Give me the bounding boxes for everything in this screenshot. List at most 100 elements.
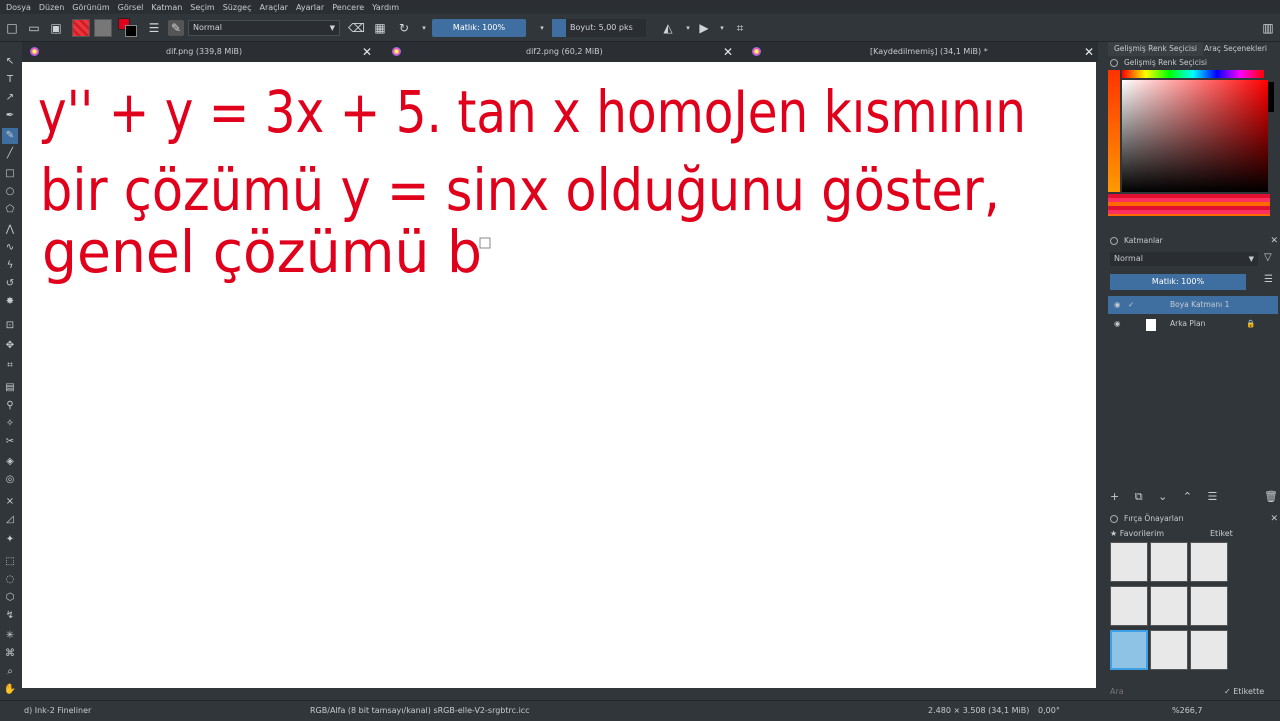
menu-gorunum[interactable]: Görünüm bbox=[72, 3, 109, 12]
ellipse-tool-icon[interactable]: ○ bbox=[2, 184, 18, 200]
new-file-icon[interactable]: □ bbox=[4, 20, 20, 36]
brush-preset-selected[interactable] bbox=[1110, 630, 1148, 670]
close-icon[interactable]: ✕ bbox=[1084, 42, 1094, 62]
menu-yardim[interactable]: Yardım bbox=[372, 3, 399, 12]
saturation-value-square[interactable] bbox=[1122, 80, 1268, 192]
brush-preset[interactable] bbox=[1110, 542, 1148, 582]
chevron-down-icon[interactable]: ▾ bbox=[416, 20, 432, 36]
crop-tool-icon[interactable]: ⌗ bbox=[2, 358, 18, 374]
horizontal-scrollbar[interactable] bbox=[22, 688, 1096, 700]
tag-button[interactable]: Etiket bbox=[1210, 528, 1233, 540]
colorize-mask-icon[interactable]: ✂ bbox=[2, 434, 18, 450]
chevron-down-icon[interactable]: ▾ bbox=[534, 20, 550, 36]
freehand-select-icon[interactable]: ↯ bbox=[2, 608, 18, 624]
advanced-color-selector[interactable] bbox=[1108, 70, 1274, 220]
brush-preset[interactable] bbox=[1190, 630, 1228, 670]
filter-icon[interactable]: ▽ bbox=[1264, 252, 1272, 263]
multibrush-icon[interactable]: ✸ bbox=[2, 294, 18, 310]
brush-search-input[interactable]: Ara bbox=[1110, 686, 1210, 698]
menu-ayarlar[interactable]: Ayarlar bbox=[296, 3, 324, 12]
menu-suzgec[interactable]: Süzgeç bbox=[223, 3, 252, 12]
gradient-tool-icon[interactable]: ▤ bbox=[2, 380, 18, 396]
gradient-swatch[interactable] bbox=[72, 19, 90, 37]
background-color[interactable] bbox=[125, 25, 137, 37]
ruler-tool-icon[interactable]: ◿ bbox=[2, 512, 18, 528]
layer-row[interactable]: ◉ ✓ Boya Katmanı 1 bbox=[1108, 296, 1278, 314]
move-up-icon[interactable]: ⌃ bbox=[1183, 490, 1198, 503]
hue-strip[interactable] bbox=[1122, 70, 1264, 78]
menu-secim[interactable]: Seçim bbox=[190, 3, 214, 12]
fill-tool-icon[interactable]: ◈ bbox=[2, 454, 18, 470]
eraser-icon[interactable]: ⌫ bbox=[348, 20, 365, 36]
move-down-icon[interactable]: ⌄ bbox=[1158, 490, 1173, 503]
menu-dosya[interactable]: Dosya bbox=[6, 3, 31, 12]
value-slider[interactable] bbox=[1268, 82, 1274, 112]
duplicate-layer-icon[interactable]: ⧉ bbox=[1135, 490, 1149, 503]
ellipse-select-icon[interactable]: ◌ bbox=[2, 572, 18, 588]
check-icon[interactable]: ✓ bbox=[1128, 296, 1134, 314]
close-icon[interactable]: ✕ bbox=[362, 42, 372, 62]
smart-patch-icon[interactable]: ✧ bbox=[2, 416, 18, 432]
select-shape-icon[interactable]: ↖ bbox=[2, 54, 18, 70]
eye-icon[interactable]: ◉ bbox=[1114, 315, 1121, 333]
filter-by-tag-checkbox[interactable]: ✓ Etikette süz bbox=[1224, 686, 1280, 708]
menu-gorsel[interactable]: Görsel bbox=[118, 3, 144, 12]
crop-icon[interactable]: ⌗ bbox=[732, 20, 748, 36]
brush-preset[interactable] bbox=[1150, 586, 1188, 626]
polyline-tool-icon[interactable]: ⋀ bbox=[2, 222, 18, 238]
brush-size-slider[interactable]: Boyut: 5,00 pks bbox=[552, 19, 646, 37]
save-icon[interactable]: ▣ bbox=[48, 20, 64, 36]
layer-opacity-slider[interactable]: Matlık: 100% bbox=[1110, 274, 1246, 290]
tab-tool-options[interactable]: Araç Seçenekleri bbox=[1198, 42, 1273, 56]
blend-mode-select[interactable]: Normal ▼ bbox=[188, 20, 340, 36]
close-icon[interactable]: ✕ bbox=[723, 42, 733, 62]
menu-pencere[interactable]: Pencere bbox=[332, 3, 364, 12]
close-icon[interactable]: ✕ bbox=[1270, 234, 1278, 248]
polygon-tool-icon[interactable]: ⬠ bbox=[2, 202, 18, 218]
brush-preset[interactable] bbox=[1150, 630, 1188, 670]
tab-unsaved[interactable]: [Kaydedilmemiş] (34,1 MiB) * bbox=[870, 42, 988, 62]
reference-tool-icon[interactable]: ✦ bbox=[2, 532, 18, 548]
add-layer-icon[interactable]: + bbox=[1110, 490, 1125, 503]
mirror-vertical-icon[interactable]: ▶ bbox=[696, 20, 712, 36]
pan-tool-icon[interactable]: ✋ bbox=[2, 682, 18, 698]
fg-bg-color-selector[interactable] bbox=[118, 18, 138, 38]
brush-preset[interactable] bbox=[1190, 586, 1228, 626]
layer-row[interactable]: ◉ Arka Plan 🔒 bbox=[1108, 315, 1278, 333]
open-folder-icon[interactable]: ▭ bbox=[26, 20, 42, 36]
drawing-canvas[interactable]: y'' + y = 3x + 5. tan x homoJen kısmının… bbox=[22, 62, 1096, 688]
freehand-path-icon[interactable]: ϟ bbox=[2, 258, 18, 274]
alpha-lock-icon[interactable]: ▦ bbox=[372, 20, 388, 36]
close-icon[interactable]: ✕ bbox=[1270, 512, 1278, 526]
layer-blend-select[interactable]: Normal ▼ bbox=[1110, 252, 1258, 266]
dynamic-brush-icon[interactable]: ↺ bbox=[2, 276, 18, 292]
recent-colors-strip[interactable] bbox=[1108, 194, 1270, 216]
vertical-scrollbar[interactable] bbox=[1096, 62, 1106, 688]
transform-icon[interactable]: ⊡ bbox=[2, 318, 18, 334]
mirror-horizontal-icon[interactable]: ◭ bbox=[660, 20, 676, 36]
chevron-down-icon[interactable]: ▾ bbox=[714, 20, 730, 36]
brush-preset[interactable] bbox=[1110, 586, 1148, 626]
menu-araclar[interactable]: Araçlar bbox=[259, 3, 287, 12]
rectangle-tool-icon[interactable]: □ bbox=[2, 166, 18, 182]
opacity-slider[interactable]: Matlık: 100% bbox=[432, 19, 526, 37]
status-zoom[interactable]: %266,7 bbox=[1172, 701, 1203, 721]
brush-preset-icon[interactable]: ✎ bbox=[168, 20, 184, 36]
properties-icon[interactable]: ☰ bbox=[1208, 490, 1224, 503]
eye-icon[interactable]: ◉ bbox=[1114, 296, 1121, 314]
side-hue-strip[interactable] bbox=[1108, 70, 1120, 192]
edit-shape-icon[interactable]: ↗ bbox=[2, 90, 18, 106]
tab-color-selector[interactable]: Gelişmiş Renk Seçicisi bbox=[1108, 42, 1203, 56]
move-tool-icon[interactable]: ✥ bbox=[2, 338, 18, 354]
reload-icon[interactable]: ↻ bbox=[396, 20, 412, 36]
brush-tag-select[interactable]: ★ Favorilerim bbox=[1110, 528, 1200, 540]
magic-wand-icon[interactable]: ✳ bbox=[2, 628, 18, 644]
measure-tool-icon[interactable]: ⨯ bbox=[2, 494, 18, 510]
workspace-icon[interactable]: ▥ bbox=[1260, 20, 1276, 36]
polygon-select-icon[interactable]: ⬡ bbox=[2, 590, 18, 606]
menu-duzen[interactable]: Düzen bbox=[39, 3, 64, 12]
assistant-tool-icon[interactable]: ◎ bbox=[2, 472, 18, 488]
zoom-tool-icon[interactable]: ⌕ bbox=[2, 664, 18, 680]
brush-settings-icon[interactable]: ☰ bbox=[146, 20, 162, 36]
menu-icon[interactable]: ☰ bbox=[1264, 274, 1273, 285]
